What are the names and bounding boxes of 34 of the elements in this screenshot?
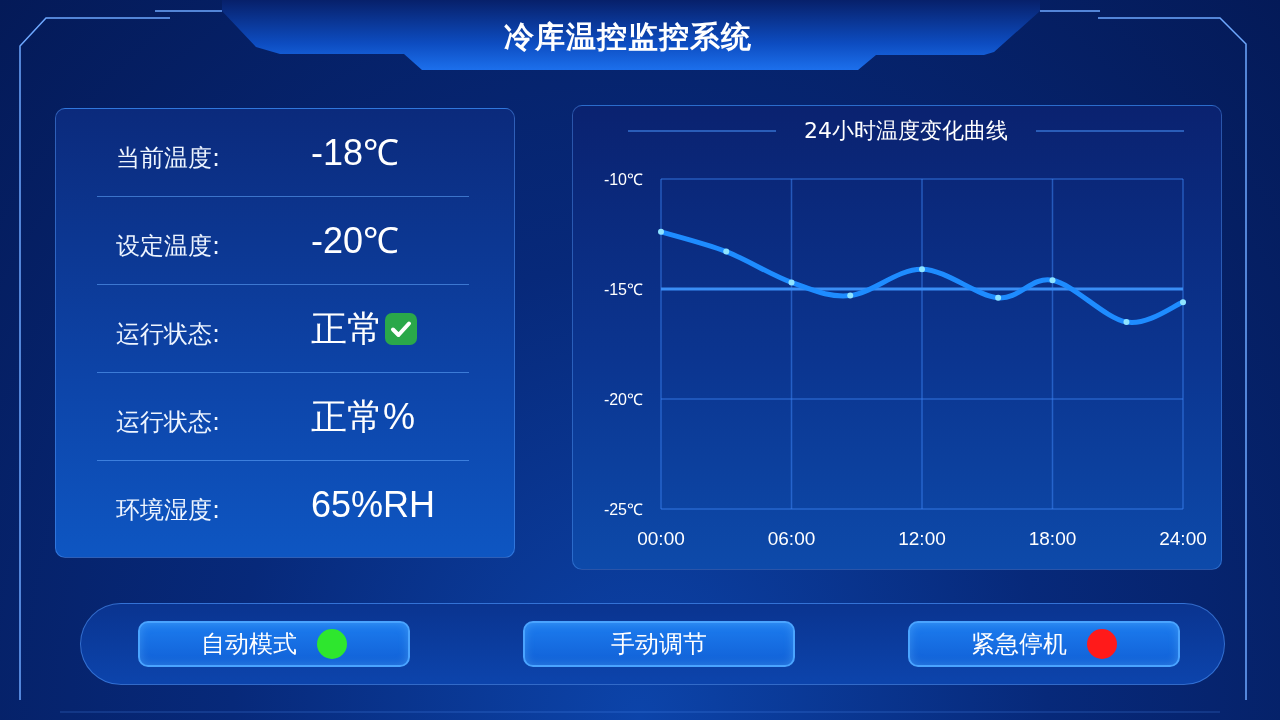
page-title: 冷库温控监控系统 [504,18,752,56]
point-marker-icon [788,279,795,286]
axis-label: 12:00 [898,528,946,549]
control-button[interactable]: 手动调节 [523,621,795,667]
axis-label: -20℃ [603,391,643,408]
axis-label: 00:00 [637,528,685,549]
point-marker-icon [995,294,1002,301]
axis-label: 24:00 [1159,528,1207,549]
reading-label: 设定温度: [116,230,221,261]
axis-label: -10℃ [603,171,643,188]
reading-value: 正常% [311,395,415,438]
point-marker-icon [723,248,730,255]
point-marker-icon [658,228,664,235]
reading-label: 当前温度: [116,142,221,173]
reading-label: 运行状态: [116,318,221,349]
reading-value: -18℃ [311,131,400,174]
point-marker-icon [847,292,854,299]
reading-value: 65%RH [311,483,436,526]
axis-label: 18:00 [1028,528,1077,549]
check-icon [385,312,417,345]
reading-value: -20℃ [311,219,400,262]
point-marker-icon [919,266,925,273]
axis-label: 06:00 [767,528,816,549]
reading-label: 环境湿度: [116,494,221,525]
chart-title: 24小时温度变化曲线 [804,117,1008,145]
point-marker-icon [1123,319,1130,325]
reading-value: 正常 [311,307,383,350]
point-marker-icon [1049,277,1056,284]
point-marker-icon [1180,299,1186,306]
axis-label: -15℃ [603,281,643,298]
control-button[interactable]: 自动模式 [138,621,410,667]
axis-label: -25℃ [603,501,643,518]
control-button[interactable]: 紧急停机 [908,621,1180,667]
reading-label: 运行状态: [116,406,221,437]
